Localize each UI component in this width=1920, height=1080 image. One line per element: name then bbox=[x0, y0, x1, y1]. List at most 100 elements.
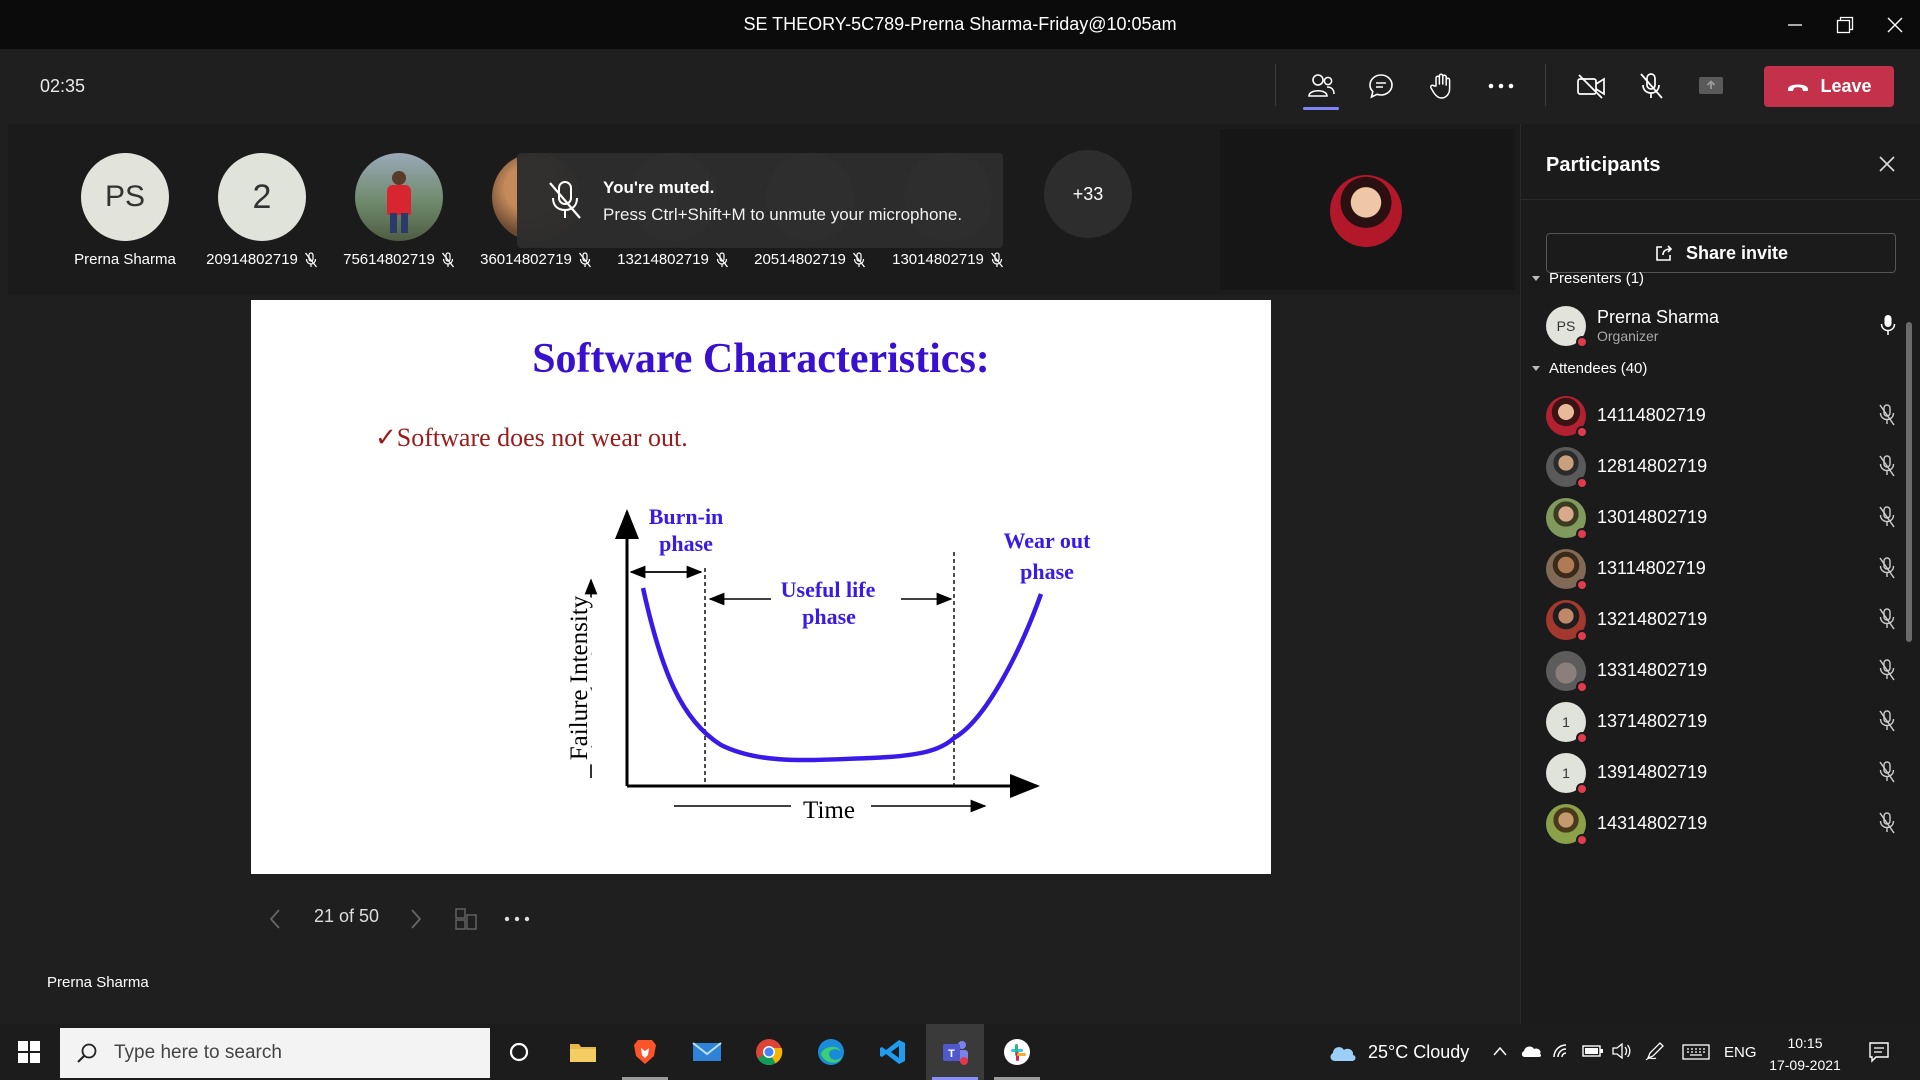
hand-icon bbox=[1429, 73, 1451, 99]
chat-button[interactable] bbox=[1356, 62, 1406, 110]
mic-off-icon bbox=[1879, 506, 1895, 528]
teams-button[interactable]: T bbox=[926, 1024, 984, 1080]
previous-slide-icon[interactable] bbox=[268, 908, 282, 930]
slack-button[interactable] bbox=[988, 1024, 1046, 1080]
status-dot bbox=[1576, 336, 1588, 348]
participant-name: 13914802719 bbox=[1597, 762, 1708, 782]
panel-scrollbar[interactable] bbox=[1906, 322, 1912, 642]
participant-tile[interactable]: 75614802719 bbox=[339, 153, 459, 268]
attendee-row[interactable]: 13014802719 bbox=[1546, 493, 1901, 543]
start-button[interactable] bbox=[0, 1024, 58, 1080]
useful-life-label-2: phase bbox=[802, 604, 856, 629]
participant-name: 13014802719 bbox=[1597, 507, 1708, 527]
wifi-icon[interactable] bbox=[1552, 1043, 1572, 1059]
share-invite-label: Share invite bbox=[1685, 242, 1789, 263]
taskbar-clock[interactable]: 10:15 17-09-2021 bbox=[1760, 1032, 1850, 1076]
notifications-icon[interactable] bbox=[1868, 1041, 1890, 1063]
participant-name: 13314802719 bbox=[1597, 660, 1708, 680]
participants-button[interactable] bbox=[1296, 62, 1346, 110]
share-screen-button[interactable] bbox=[1686, 62, 1736, 110]
task-view-button[interactable] bbox=[490, 1024, 548, 1080]
leave-button[interactable]: Leave bbox=[1764, 66, 1894, 107]
mic-off-icon bbox=[549, 181, 581, 219]
more-actions-button[interactable] bbox=[1476, 62, 1526, 110]
avatar bbox=[1546, 804, 1588, 846]
mic-off-icon bbox=[304, 251, 317, 267]
close-window-icon[interactable] bbox=[1866, 0, 1920, 49]
keyboard-icon[interactable] bbox=[1682, 1044, 1710, 1060]
avatar: 2 bbox=[218, 153, 306, 241]
attendee-row[interactable]: 13114802719 bbox=[1546, 544, 1901, 594]
more-options-icon[interactable] bbox=[504, 916, 530, 922]
status-dot bbox=[1576, 528, 1588, 540]
participant-name: 36014802719 bbox=[480, 251, 572, 268]
share-icon bbox=[1656, 245, 1673, 261]
attendee-row[interactable]: 13314802719 bbox=[1546, 646, 1901, 696]
close-icon bbox=[1879, 156, 1895, 172]
chrome-button[interactable] bbox=[740, 1024, 798, 1080]
taskbar-search[interactable]: Type here to search bbox=[60, 1028, 490, 1078]
window-title-bar: SE THEORY-5C789-Prerna Sharma-Friday@10:… bbox=[0, 0, 1920, 49]
pen-icon[interactable] bbox=[1645, 1041, 1665, 1061]
volume-icon[interactable] bbox=[1612, 1043, 1632, 1059]
section-label: Attendees (40) bbox=[1549, 360, 1648, 377]
mail-icon bbox=[692, 1042, 722, 1061]
participants-panel: Participants Share invite Presenters (1)… bbox=[1520, 124, 1920, 1024]
attendee-row[interactable]: 1 13914802719 bbox=[1546, 748, 1901, 798]
avatar bbox=[355, 153, 443, 241]
weather-widget[interactable]: 25°C Cloudy bbox=[1328, 1024, 1469, 1080]
attendees-section-header[interactable]: Attendees (40) bbox=[1531, 360, 1647, 377]
camera-toggle-button[interactable] bbox=[1566, 62, 1616, 110]
mail-button[interactable] bbox=[678, 1024, 736, 1080]
avatar bbox=[1546, 396, 1588, 438]
cloud-icon bbox=[1330, 1047, 1356, 1061]
useful-life-label-1: Useful life bbox=[781, 577, 876, 602]
file-explorer-button[interactable] bbox=[554, 1024, 612, 1080]
mic-toggle-button[interactable] bbox=[1626, 62, 1676, 110]
raise-hand-button[interactable] bbox=[1416, 62, 1466, 110]
participant-name: 20514802719 bbox=[754, 251, 846, 268]
mic-off-icon bbox=[1879, 812, 1895, 834]
brave-browser-button[interactable] bbox=[616, 1024, 674, 1080]
close-panel-button[interactable] bbox=[1869, 146, 1905, 182]
language-indicator[interactable]: ENG bbox=[1724, 1024, 1757, 1080]
participant-tile[interactable]: 2 20914802719 bbox=[202, 153, 322, 268]
avatar: PS bbox=[81, 153, 169, 241]
attendee-row[interactable]: 13214802719 bbox=[1546, 595, 1901, 645]
next-slide-icon[interactable] bbox=[409, 908, 423, 930]
presenters-section-header[interactable]: Presenters (1) bbox=[1531, 270, 1644, 287]
chat-icon bbox=[1369, 74, 1393, 99]
status-dot bbox=[1576, 834, 1588, 846]
presenter-row[interactable]: PS Prerna Sharma Organizer bbox=[1546, 301, 1901, 351]
participant-tile[interactable]: PS Prerna Sharma bbox=[65, 153, 185, 268]
grid-view-icon[interactable] bbox=[454, 907, 478, 931]
battery-icon[interactable] bbox=[1582, 1044, 1604, 1058]
divider bbox=[1275, 64, 1276, 106]
chevron-up-icon[interactable] bbox=[1493, 1046, 1507, 1056]
attendee-row[interactable]: 12814802719 bbox=[1546, 442, 1901, 492]
status-dot bbox=[1576, 579, 1588, 591]
mic-icon bbox=[1880, 315, 1896, 335]
status-dot bbox=[1576, 426, 1588, 438]
more-participants-badge[interactable]: +33 bbox=[1044, 150, 1132, 238]
ellipsis-icon bbox=[1488, 83, 1514, 89]
edge-button[interactable] bbox=[802, 1024, 860, 1080]
status-dot bbox=[1576, 630, 1588, 642]
toast-heading: You're muted. bbox=[603, 178, 715, 197]
chrome-icon bbox=[756, 1039, 783, 1066]
attendee-row[interactable]: 14314802719 bbox=[1546, 799, 1901, 849]
mic-off-icon bbox=[1879, 710, 1895, 732]
mic-off-icon bbox=[1879, 455, 1895, 477]
participant-name: 13114802719 bbox=[1597, 558, 1706, 578]
participant-name: 13014802719 bbox=[892, 251, 984, 268]
attendee-row[interactable]: 14114802719 bbox=[1546, 391, 1901, 441]
share-invite-button[interactable]: Share invite bbox=[1546, 233, 1896, 273]
onedrive-cloud-icon[interactable] bbox=[1520, 1044, 1542, 1058]
wear-out-label-2: phase bbox=[1020, 559, 1074, 584]
vscode-button[interactable] bbox=[864, 1024, 922, 1080]
attendee-row[interactable]: 1 13714802719 bbox=[1546, 697, 1901, 747]
mic-off-icon bbox=[1879, 404, 1895, 426]
mic-off-icon bbox=[715, 251, 728, 267]
participant-name: 13214802719 bbox=[617, 251, 709, 268]
chevron-down-icon bbox=[1532, 275, 1540, 281]
